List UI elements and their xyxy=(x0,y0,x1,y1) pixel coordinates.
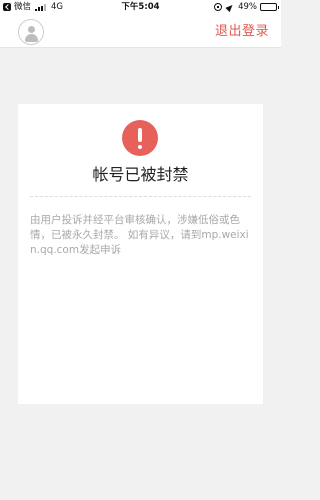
nav-bar: 退出登录 xyxy=(0,14,281,48)
exclamation-icon xyxy=(122,120,158,156)
ban-description: 由用户投诉并经平台审核确认，涉嫌低俗或色情，已被永久封禁。 如有异议，请到mp.… xyxy=(30,214,249,256)
ban-notice-card: 帐号已被封禁 由用户投诉并经平台审核确认，涉嫌低俗或色情，已被永久封禁。 如有异… xyxy=(18,104,263,404)
ban-title: 帐号已被封禁 xyxy=(92,165,189,184)
battery-percent: 49% xyxy=(238,2,257,12)
status-bar: 微信 4G 下午5:04 49% xyxy=(0,0,281,14)
status-right: 49% xyxy=(214,0,279,14)
logout-button[interactable]: 退出登录 xyxy=(215,23,269,41)
battery-icon xyxy=(260,3,279,11)
avatar-head-icon xyxy=(28,26,35,33)
avatar-body-icon xyxy=(25,34,38,42)
divider xyxy=(30,196,251,197)
avatar[interactable] xyxy=(18,19,44,45)
rotation-lock-icon xyxy=(214,3,223,11)
location-icon xyxy=(225,2,235,12)
